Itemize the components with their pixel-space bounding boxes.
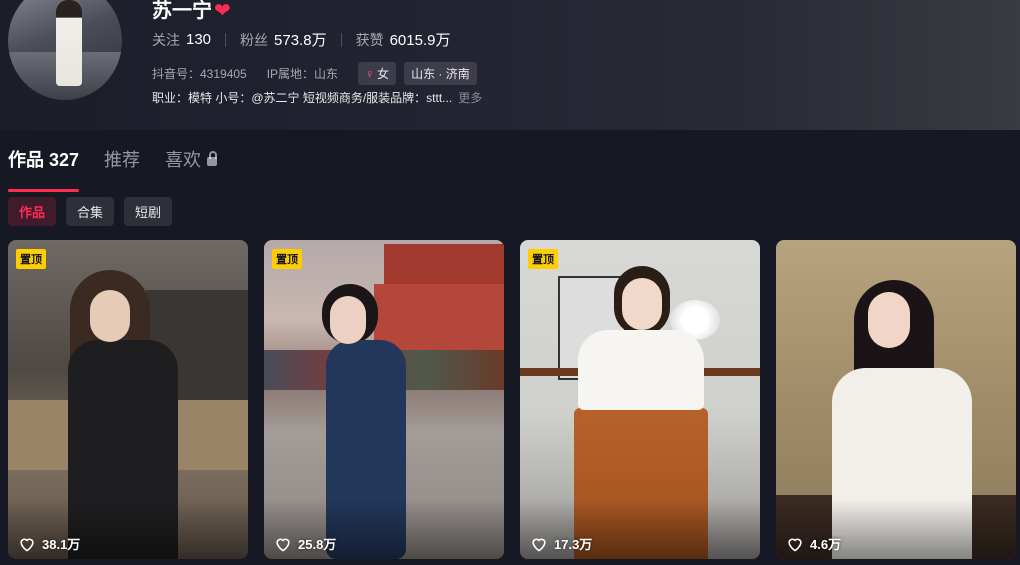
stat-divider (225, 32, 227, 47)
gender-tag-label: 女 (377, 67, 390, 81)
heart-outline-icon (532, 538, 546, 551)
following-label[interactable]: 关注 (152, 30, 180, 50)
content-filter-chips: 作品 合集 短剧 (8, 197, 182, 226)
thumbnail-scene (868, 292, 910, 348)
video-likes: 4.6万 (786, 534, 841, 553)
followers-label[interactable]: 粉丝 (240, 30, 268, 50)
gender-tag: ♀ 女 (358, 62, 397, 85)
region-tag: 山东 · 济南 (404, 62, 477, 85)
video-likes-count: 17.3万 (554, 537, 593, 552)
heart-outline-icon (276, 538, 290, 551)
video-likes: 38.1万 (18, 534, 80, 553)
tab-recommended-label: 推荐 (104, 150, 141, 170)
following-count[interactable]: 130 (186, 31, 211, 48)
heart-icon: ❤ (214, 0, 231, 22)
tab-likes-label: 喜欢 (165, 150, 202, 170)
avatar-figure (56, 0, 82, 86)
thumbnail-scene (330, 296, 366, 344)
thumbnail-scene (578, 330, 704, 410)
profile-bio: 职业：模特 小号：@苏二宁 短视频商务/服装品牌：sttt... 更多 (152, 89, 482, 106)
video-likes: 25.8万 (274, 534, 336, 553)
likes-received-count: 6015.9万 (389, 32, 451, 49)
thumbnail-scene (90, 290, 130, 342)
tab-works[interactable]: 作品 327 (8, 146, 80, 192)
video-likes-count: 38.1万 (42, 537, 81, 552)
profile-meta: 抖音号：4319405 IP属地：山东 ♀ 女 山东 · 济南 (152, 62, 477, 85)
video-thumbnail (384, 244, 504, 284)
pinned-badge: 置顶 (16, 249, 46, 269)
video-likes: 17.3万 (530, 534, 592, 553)
female-icon: ♀ (365, 66, 375, 81)
lock-icon (207, 150, 218, 166)
profile-name: 苏一宁 ❤ (152, 0, 231, 23)
more-link[interactable]: 更多 (458, 91, 482, 105)
profile-name-text: 苏一宁 (152, 0, 212, 22)
pinned-badge: 置顶 (528, 249, 558, 269)
tab-works-label: 作品 327 (8, 150, 80, 170)
ip-location: IP属地：山东 (266, 67, 339, 81)
followers-count[interactable]: 573.8万 (274, 29, 327, 50)
video-likes-count: 4.6万 (810, 537, 842, 552)
video-likes-count: 25.8万 (298, 537, 337, 552)
chip-works[interactable]: 作品 (8, 197, 57, 226)
profile-header: 苏一宁 ❤ 关注 130 粉丝 573.8万 获赞 6015.9万 抖音号：431… (0, 0, 1020, 130)
profile-tabs: 作品 327 推荐 喜欢 (8, 146, 242, 192)
video-card[interactable]: 4.6万 (776, 240, 1016, 559)
video-grid: 置顶 38.1万 置顶 25.8万 置顶 17.3万 4.6万 (8, 240, 1016, 559)
chip-collections[interactable]: 合集 (66, 197, 115, 226)
tab-recommended[interactable]: 推荐 (104, 146, 140, 184)
stat-divider (340, 32, 342, 47)
pinned-badge: 置顶 (272, 249, 302, 269)
profile-stats: 关注 130 粉丝 573.8万 获赞 6015.9万 (152, 29, 450, 50)
douyin-id: 抖音号：4319405 (152, 67, 247, 81)
heart-outline-icon (788, 538, 802, 551)
tab-likes[interactable]: 喜欢 (165, 146, 218, 184)
bio-text: 职业：模特 小号：@苏二宁 短视频商务/服装品牌：sttt... (152, 91, 453, 105)
heart-outline-icon (20, 538, 34, 551)
chip-short-dramas[interactable]: 短剧 (124, 197, 173, 226)
likes-received-label: 获赞 (355, 31, 384, 48)
thumbnail-scene (622, 278, 662, 330)
video-card[interactable]: 置顶 17.3万 (520, 240, 760, 559)
video-card[interactable]: 置顶 38.1万 (8, 240, 248, 559)
video-card[interactable]: 置顶 25.8万 (264, 240, 504, 559)
avatar[interactable] (8, 0, 122, 100)
